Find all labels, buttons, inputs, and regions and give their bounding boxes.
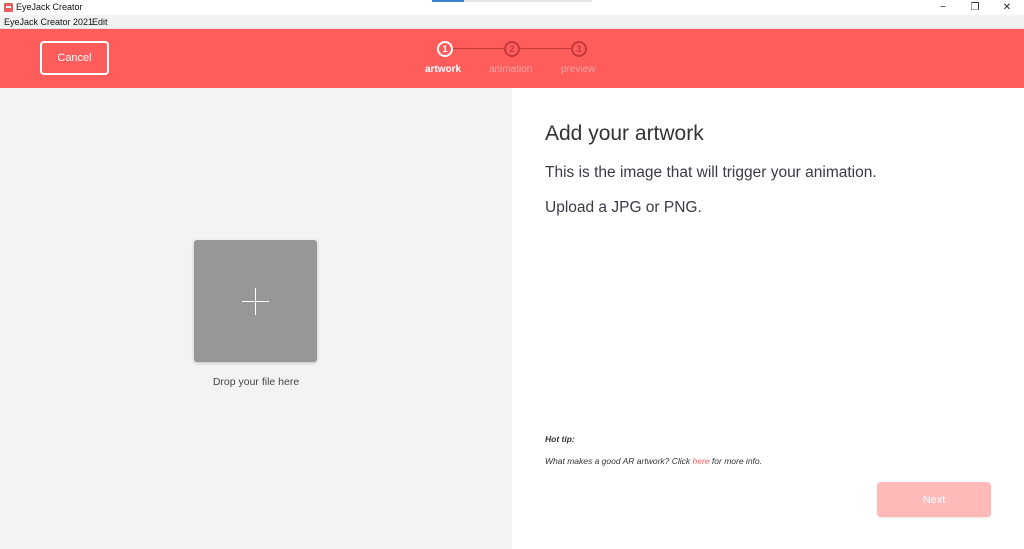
upload-panel: Drop your file here bbox=[0, 88, 512, 549]
file-drop-zone[interactable] bbox=[194, 240, 317, 362]
format-instructions: Upload a JPG or PNG. bbox=[545, 199, 702, 216]
menu-bar: EyeJack Creator 2021 Edit bbox=[0, 15, 1024, 29]
hot-tip-text-after: for more info. bbox=[709, 456, 762, 466]
window-title: EyeJack Creator bbox=[16, 2, 83, 12]
step-2-indicator: 2 bbox=[504, 41, 520, 57]
more-info-link[interactable]: here bbox=[693, 456, 710, 466]
step-connector bbox=[520, 48, 571, 49]
page-title: Add your artwork bbox=[545, 122, 704, 145]
wizard-header: Cancel 1 2 3 artwork animation preview bbox=[0, 29, 1024, 88]
hot-tip-title: Hot tip: bbox=[545, 434, 575, 444]
minimize-button[interactable]: − bbox=[928, 0, 958, 15]
step-3-indicator: 3 bbox=[571, 41, 587, 57]
drop-zone-label: Drop your file here bbox=[212, 376, 300, 388]
hot-tip-text-before: What makes a good AR artwork? Click bbox=[545, 456, 693, 466]
info-panel: Add your artwork This is the image that … bbox=[512, 88, 1024, 549]
menu-item-edit[interactable]: Edit bbox=[92, 16, 108, 28]
description-text: This is the image that will trigger your… bbox=[545, 164, 877, 181]
step-2-label: animation bbox=[489, 64, 533, 75]
next-button[interactable]: Next bbox=[877, 482, 991, 517]
step-connector bbox=[453, 48, 504, 49]
close-button[interactable]: ✕ bbox=[992, 0, 1022, 15]
hot-tip-text: What makes a good AR artwork? Click here… bbox=[545, 456, 762, 466]
step-1-label: artwork bbox=[425, 64, 462, 75]
cancel-button[interactable]: Cancel bbox=[40, 41, 109, 75]
title-bar: EyeJack Creator − ❐ ✕ bbox=[0, 0, 1024, 15]
eyejack-app-icon bbox=[4, 3, 13, 12]
loading-indicator bbox=[432, 0, 592, 2]
menu-item-app[interactable]: EyeJack Creator 2021 bbox=[4, 16, 93, 28]
step-3-label: preview bbox=[561, 64, 596, 75]
loading-indicator-fill bbox=[432, 0, 464, 2]
step-1-indicator: 1 bbox=[437, 41, 453, 57]
maximize-button[interactable]: ❐ bbox=[960, 0, 990, 15]
